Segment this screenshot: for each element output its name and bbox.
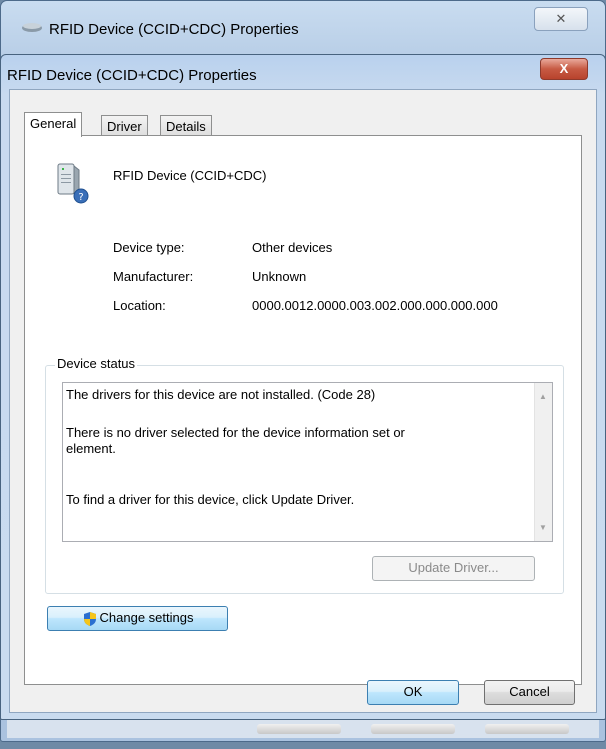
close-icon: X	[559, 61, 569, 76]
scroll-down-icon[interactable]: ▼	[539, 523, 547, 532]
tab-general[interactable]: General	[24, 112, 83, 137]
dialog-client-area: General Driver Details ? RFID Device (CC…	[9, 89, 597, 713]
close-icon: ✕	[555, 11, 567, 26]
change-settings-label: Change settings	[99, 610, 194, 625]
background-button	[485, 724, 569, 734]
device-manager-icon	[22, 23, 42, 32]
status-line: The drivers for this device are not inst…	[66, 387, 376, 402]
tab-details[interactable]: Details	[160, 115, 212, 137]
background-window-title: RFID Device (CCID+CDC) Properties	[49, 21, 299, 38]
location-value: 0000.0012.0000.003.002.000.000.000.000	[252, 298, 498, 313]
device-name: RFID Device (CCID+CDC)	[113, 168, 267, 183]
device-type-value: Other devices	[252, 240, 333, 255]
device-status-textbox[interactable]: The drivers for this device are not inst…	[62, 382, 553, 542]
unknown-device-icon: ?	[57, 163, 89, 204]
svg-text:?: ?	[78, 192, 83, 203]
location-label: Location:	[113, 298, 166, 313]
tab-driver[interactable]: Driver	[101, 115, 148, 137]
change-settings-button[interactable]: Change settings	[47, 606, 228, 631]
status-line: To find a driver for this device, click …	[66, 492, 355, 507]
dialog-title: RFID Device (CCID+CDC) Properties	[7, 67, 257, 84]
status-line: There is no driver selected for the devi…	[66, 425, 405, 440]
background-window-footer	[7, 719, 599, 738]
background-button	[257, 724, 341, 734]
manufacturer-value: Unknown	[252, 269, 307, 284]
device-type-label: Device type:	[113, 240, 185, 255]
background-button	[371, 724, 455, 734]
uac-shield-icon	[83, 611, 96, 626]
manufacturer-label: Manufacturer:	[113, 269, 194, 284]
update-driver-button[interactable]: Update Driver...	[372, 556, 535, 581]
status-line: element.	[66, 441, 116, 456]
status-scrollbar[interactable]: ▲ ▼	[534, 383, 552, 541]
dialog-close-button[interactable]: X	[540, 58, 588, 80]
general-tab-panel: ? RFID Device (CCID+CDC) Device type: Ot…	[24, 135, 582, 685]
device-status-legend: Device status	[55, 356, 138, 371]
cancel-button[interactable]: Cancel	[484, 680, 575, 705]
background-close-button[interactable]: ✕	[534, 7, 588, 31]
ok-button[interactable]: OK	[367, 680, 459, 705]
scroll-up-icon[interactable]: ▲	[539, 392, 547, 401]
properties-dialog: RFID Device (CCID+CDC) Properties X Gene…	[0, 54, 606, 720]
